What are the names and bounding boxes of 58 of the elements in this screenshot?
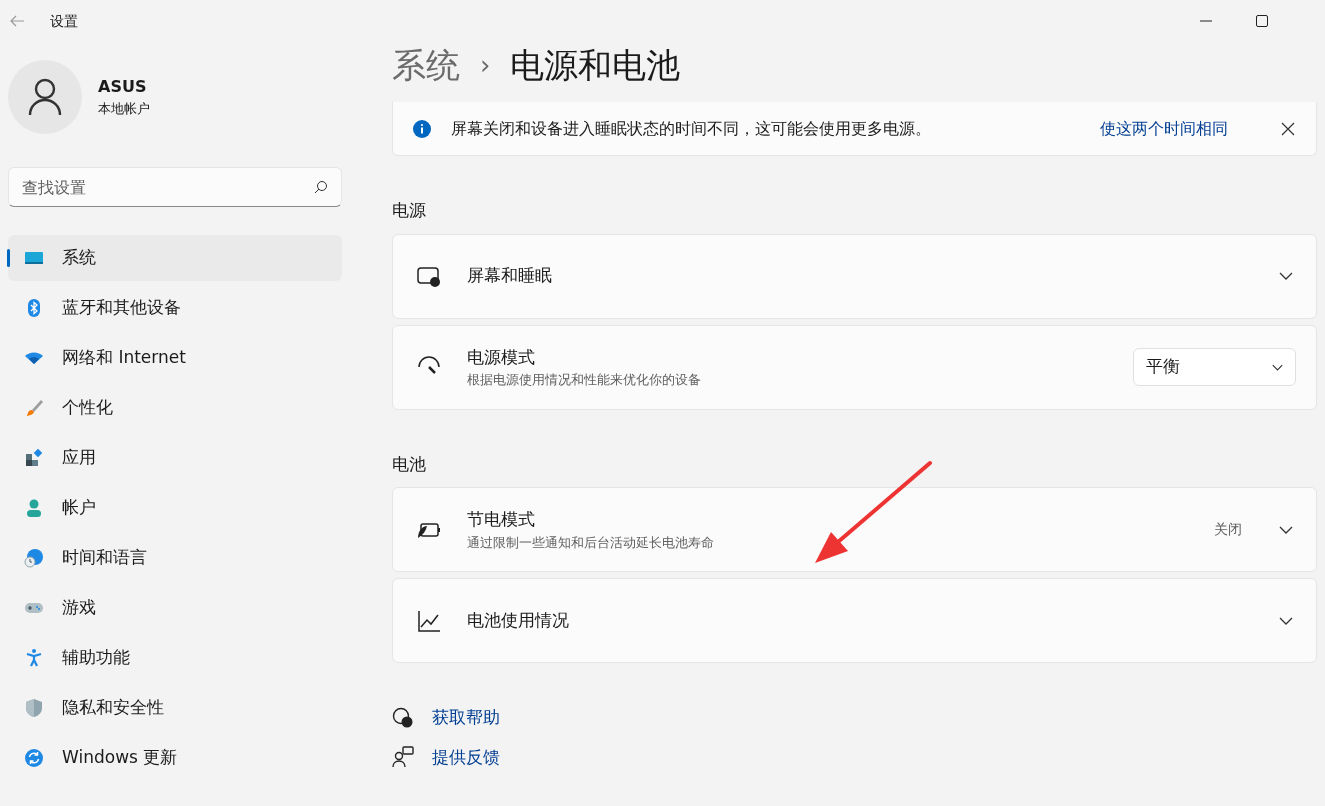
breadcrumb-separator: › — [480, 48, 491, 82]
help-link[interactable]: 提供反馈 — [432, 744, 500, 770]
globe-clock-icon — [24, 548, 44, 568]
sidebar-item[interactable]: 游戏 — [8, 585, 342, 631]
setting-card[interactable]: 屏幕和睡眠 — [392, 233, 1317, 319]
info-action-link[interactable]: 使这两个时间相同 — [1100, 116, 1228, 141]
setting-card[interactable]: 电池使用情况 — [392, 578, 1317, 663]
page-title: 电源和电池 — [510, 43, 681, 87]
section-heading: 电源 — [392, 199, 427, 222]
feedback-person-icon — [392, 746, 414, 769]
setting-title: 节电模式 — [467, 508, 536, 531]
account-name: ASUS — [98, 76, 148, 99]
window-title: 设置 — [50, 11, 78, 31]
sidebar-item[interactable]: 蓝牙和其他设备 — [8, 285, 342, 331]
chevron-down-icon — [1279, 525, 1293, 534]
sidebar-item[interactable]: 个性化 — [8, 385, 342, 431]
setting-title: 屏幕和睡眠 — [467, 264, 553, 288]
setting-description: 通过限制一些通知和后台活动延长电池寿命 — [467, 533, 715, 552]
shield-icon — [24, 698, 44, 718]
sidebar-item[interactable]: 网络和 Internet — [8, 335, 342, 381]
back-arrow-icon — [9, 15, 25, 27]
setting-status: 关闭 — [1214, 520, 1242, 539]
help-chat-icon — [392, 706, 414, 729]
chevron-down-icon — [1279, 272, 1293, 280]
sidebar-item[interactable]: 辅助功能 — [8, 635, 342, 681]
chevron-down-icon — [1279, 616, 1293, 625]
minimize-icon — [1200, 20, 1212, 22]
breadcrumb-parent[interactable]: 系统 — [392, 39, 460, 91]
close-button[interactable] — [1280, 120, 1296, 137]
close-icon — [1281, 121, 1295, 136]
info-icon — [413, 119, 431, 138]
sidebar-item[interactable]: 系统 — [8, 235, 342, 281]
setting-card[interactable]: 电源模式 根据电源使用情况和性能来优化你的设备 平衡 — [392, 324, 1317, 410]
sidebar-item[interactable]: Windows 更新 — [8, 735, 342, 781]
search-field[interactable]: 查找设置 — [8, 167, 342, 207]
chevron-down-icon — [1272, 363, 1283, 371]
setting-title: 电源模式 — [467, 345, 536, 369]
accessibility-icon — [24, 648, 44, 668]
section-heading: 电池 — [392, 452, 427, 476]
help-link[interactable]: 获取帮助 — [432, 705, 500, 731]
search-icon — [314, 180, 328, 194]
sidebar-item[interactable]: 隐私和安全性 — [8, 685, 342, 731]
paintbrush-icon — [24, 398, 44, 418]
person-icon — [24, 498, 44, 518]
apps-icon — [24, 448, 44, 468]
power-mode-dropdown[interactable]: 平衡 — [1133, 348, 1296, 386]
refresh-icon — [24, 748, 44, 768]
info-message: 屏幕关闭和设备进入睡眠状态的时间不同，这可能会使用更多电源。 — [451, 117, 932, 140]
sidebar-item[interactable]: 帐户 — [8, 485, 342, 531]
account-type: 本地帐户 — [98, 100, 150, 119]
sidebar-item[interactable]: 时间和语言 — [8, 535, 342, 581]
selection-indicator — [7, 249, 10, 267]
setting-title: 电池使用情况 — [467, 608, 570, 632]
setting-description: 根据电源使用情况和性能来优化你的设备 — [467, 371, 702, 389]
setting-card[interactable]: 节电模式 通过限制一些通知和后台活动延长电池寿命 关闭 — [392, 487, 1317, 572]
person-silhouette-icon — [28, 78, 62, 116]
maximize-icon — [1256, 15, 1268, 27]
sidebar-item[interactable]: 应用 — [8, 435, 342, 481]
